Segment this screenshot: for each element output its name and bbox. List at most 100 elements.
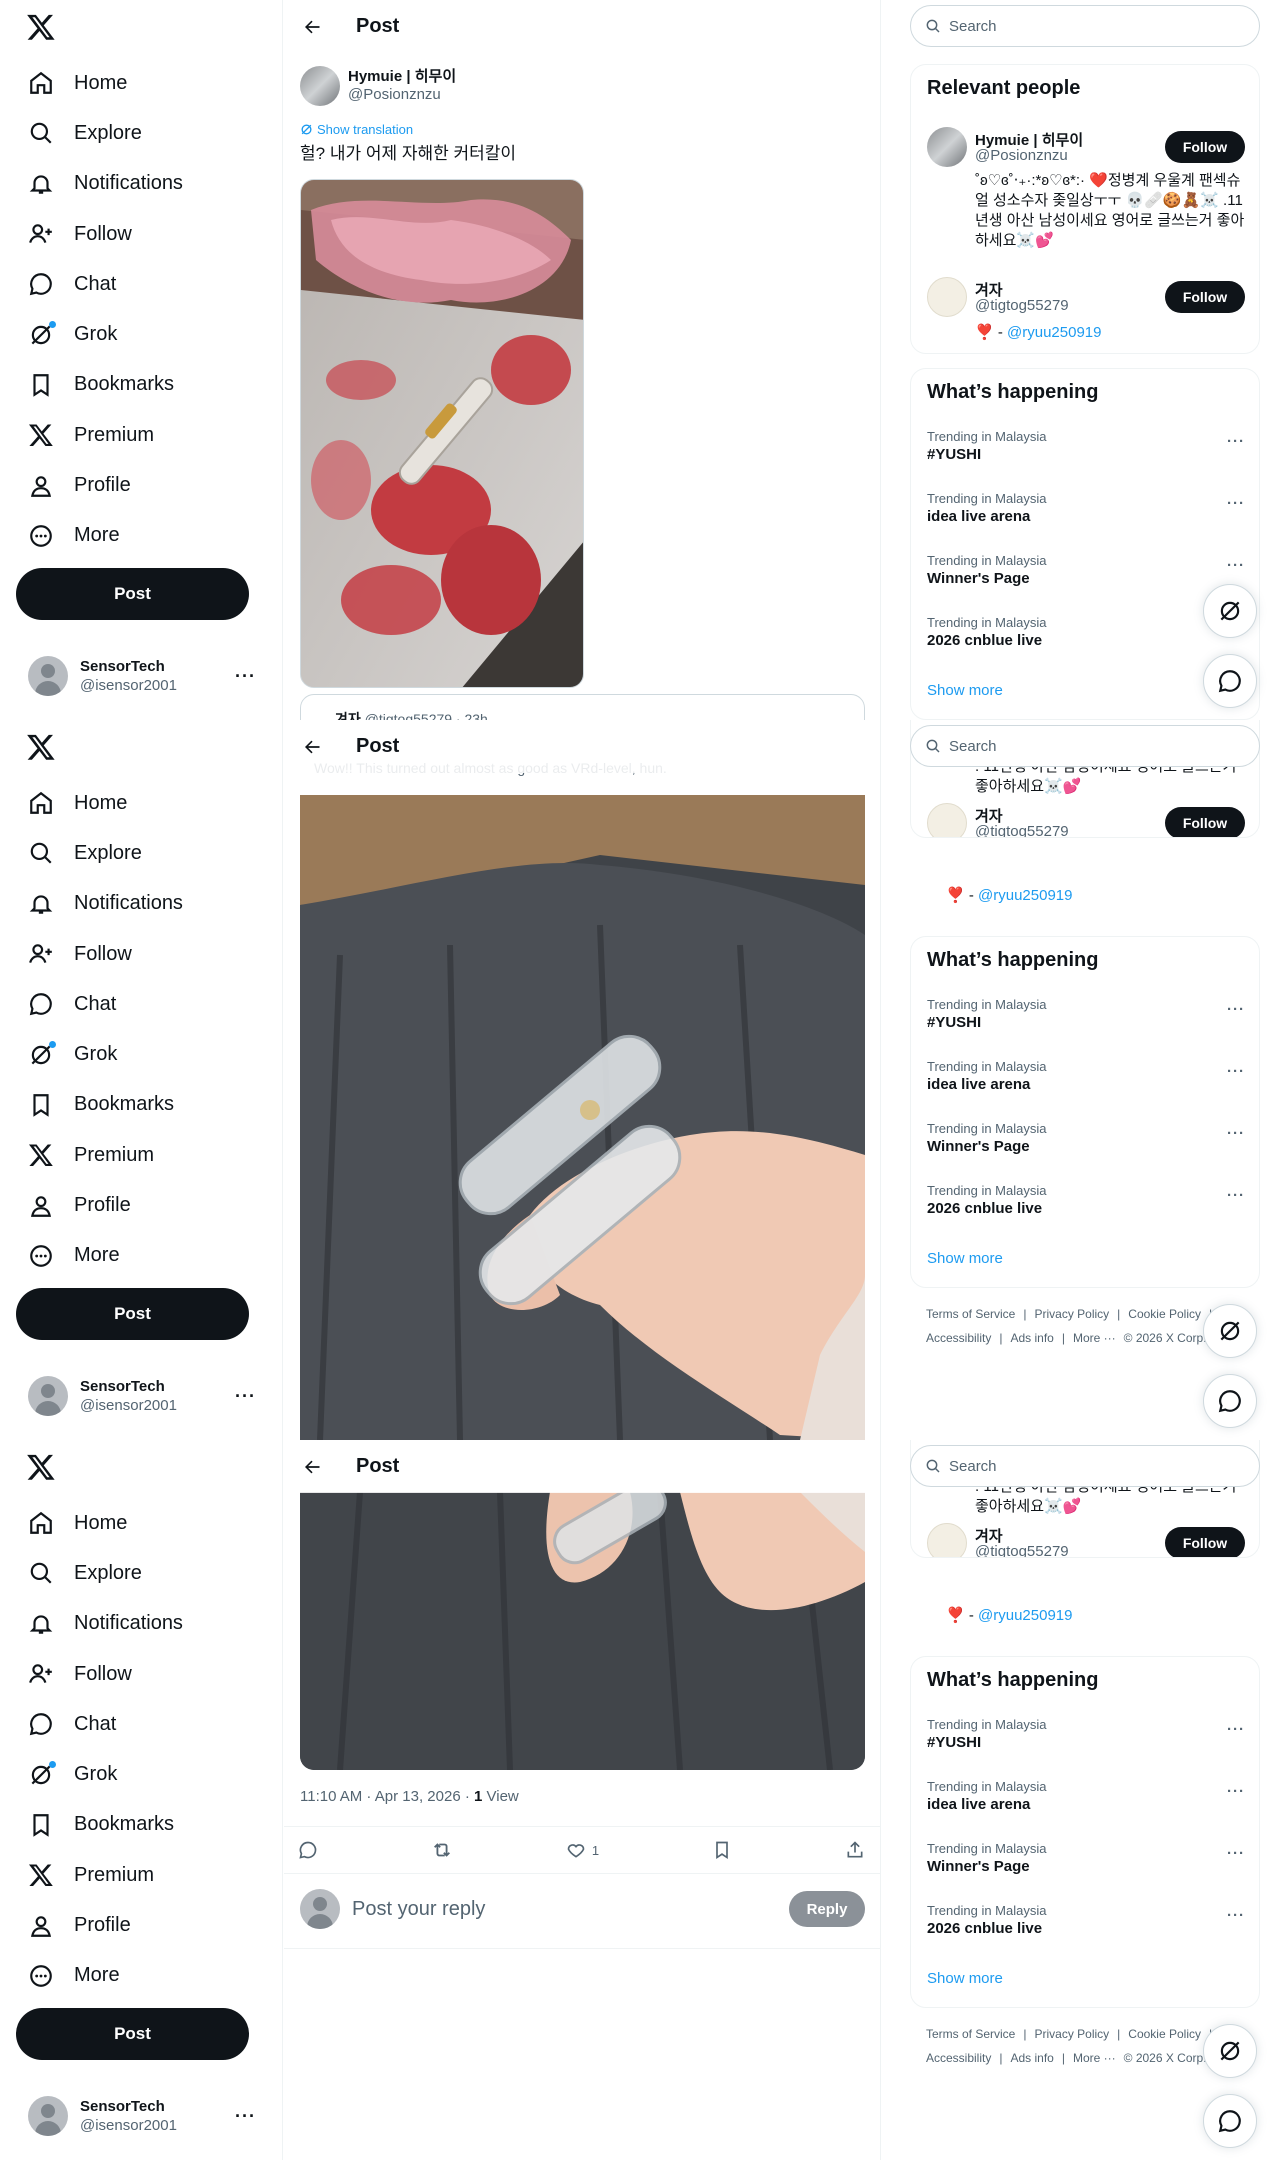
- account-switcher[interactable]: SensorTech @isensor2001 ···: [16, 650, 266, 702]
- avatar[interactable]: [927, 1523, 967, 1557]
- trend-item[interactable]: Trending in Malaysia 2026 cnblue live ···: [927, 1903, 1245, 1947]
- more-icon[interactable]: ···: [1227, 1187, 1245, 1204]
- person-hymuie[interactable]: Hymuie | 히무이 @Posionznzu Follow ˚ʚ♡ɞ˚‧₊·…: [927, 127, 1245, 257]
- nav-item-grok[interactable]: Grok: [16, 309, 266, 359]
- trend-item[interactable]: Trending in Malaysia idea live arena ···: [927, 1779, 1245, 1823]
- cookie-link[interactable]: Cookie Policy: [1128, 2027, 1201, 2041]
- back-arrow-icon[interactable]: [292, 7, 332, 47]
- nav-item-more[interactable]: More: [16, 1951, 266, 2001]
- privacy-link[interactable]: Privacy Policy: [1034, 2027, 1109, 2041]
- ads-info-link[interactable]: Ads info: [1010, 1331, 1053, 1345]
- nav-item-more[interactable]: More: [16, 511, 266, 561]
- nav-item-chat[interactable]: Chat: [16, 1699, 266, 1749]
- repost-action[interactable]: [431, 1839, 453, 1861]
- avatar[interactable]: [927, 803, 967, 837]
- show-more-link[interactable]: Show more: [927, 682, 1003, 699]
- bio-link[interactable]: @ryuu250919: [978, 1607, 1072, 1624]
- more-icon[interactable]: ···: [1227, 1783, 1245, 1800]
- timestamp-text[interactable]: 11:10 AM · Apr 13, 2026 ·: [300, 1788, 474, 1805]
- post-button[interactable]: Post: [16, 1288, 249, 1340]
- nav-item-explore[interactable]: Explore: [16, 108, 266, 158]
- more-icon[interactable]: ···: [1227, 1845, 1245, 1862]
- more-link[interactable]: More ···: [1073, 1331, 1116, 1345]
- author-handle[interactable]: @Posionznzu: [348, 86, 456, 104]
- messages-fab[interactable]: [1203, 1374, 1257, 1428]
- person-gyeoja[interactable]: 겨자 @tigtog55279 Follow: [927, 803, 1245, 837]
- avatar[interactable]: [927, 277, 967, 317]
- nav-item-home[interactable]: Home: [16, 58, 266, 108]
- nav-item-follow[interactable]: Follow: [16, 209, 266, 259]
- nav-item-chat[interactable]: Chat: [16, 979, 266, 1029]
- quoted-tweet[interactable]: 겨자 @tigtog55279 · 23h: [300, 694, 865, 720]
- account-switcher[interactable]: SensorTech @isensor2001 ···: [16, 1370, 266, 1422]
- trend-item[interactable]: Trending in Malaysia Winner's Page ···: [927, 1841, 1245, 1885]
- post-button[interactable]: Post: [16, 2008, 249, 2060]
- trend-item[interactable]: Trending in Malaysia idea live arena ···: [927, 1059, 1245, 1103]
- nav-item-explore[interactable]: Explore: [16, 828, 266, 878]
- privacy-link[interactable]: Privacy Policy: [1034, 1307, 1109, 1321]
- more-icon[interactable]: ···: [1227, 495, 1245, 512]
- search-input[interactable]: Search: [910, 725, 1260, 767]
- search-input[interactable]: Search: [910, 1445, 1260, 1487]
- tweet-image-1[interactable]: [300, 179, 584, 688]
- nav-item-more[interactable]: More: [16, 1231, 266, 1281]
- follow-button[interactable]: Follow: [1165, 281, 1245, 313]
- more-dots-icon[interactable]: ···: [235, 2106, 256, 2127]
- author-name[interactable]: Hymuie | 히무이: [348, 68, 456, 86]
- tweet-image-2-bottom[interactable]: [300, 1492, 865, 1770]
- follow-button[interactable]: Follow: [1165, 131, 1245, 163]
- more-icon[interactable]: ···: [1227, 1125, 1245, 1142]
- reply-button[interactable]: Reply: [789, 1891, 865, 1927]
- nav-item-home[interactable]: Home: [16, 778, 266, 828]
- more-icon[interactable]: ···: [1227, 433, 1245, 450]
- more-icon[interactable]: ···: [1227, 1063, 1245, 1080]
- nav-item-bookmarks[interactable]: Bookmarks: [16, 360, 266, 410]
- grok-fab[interactable]: [1203, 2024, 1257, 2078]
- nav-item-notifications[interactable]: Notifications: [16, 879, 266, 929]
- messages-fab[interactable]: [1203, 654, 1257, 708]
- person-gyeoja[interactable]: 겨자 @tigtog55279 Follow: [927, 277, 1245, 317]
- accessibility-link[interactable]: Accessibility: [926, 2051, 991, 2065]
- avatar[interactable]: [927, 127, 967, 167]
- nav-item-bookmarks[interactable]: Bookmarks: [16, 1800, 266, 1850]
- more-icon[interactable]: ···: [1227, 1001, 1245, 1018]
- nav-item-premium[interactable]: Premium: [16, 1850, 266, 1900]
- nav-item-profile[interactable]: Profile: [16, 1180, 266, 1230]
- messages-fab[interactable]: [1203, 2094, 1257, 2148]
- trend-item[interactable]: Trending in Malaysia 2026 cnblue live ···: [927, 1183, 1245, 1227]
- show-more-link[interactable]: Show more: [927, 1970, 1003, 1987]
- nav-item-notifications[interactable]: Notifications: [16, 159, 266, 209]
- back-arrow-icon[interactable]: [292, 1447, 332, 1487]
- nav-item-chat[interactable]: Chat: [16, 259, 266, 309]
- show-translation-link[interactable]: Show translation: [300, 122, 413, 137]
- like-action[interactable]: 1: [566, 1840, 599, 1860]
- ads-info-link[interactable]: Ads info: [1010, 2051, 1053, 2065]
- nav-item-grok[interactable]: Grok: [16, 1749, 266, 1799]
- nav-item-grok[interactable]: Grok: [16, 1029, 266, 1079]
- more-dots-icon[interactable]: ···: [235, 666, 256, 687]
- tweet-image-2[interactable]: [300, 795, 865, 1440]
- trend-item[interactable]: Trending in Malaysia #YUSHI ···: [927, 1717, 1245, 1761]
- trend-item[interactable]: Trending in Malaysia #YUSHI ···: [927, 997, 1245, 1041]
- bio-link[interactable]: @ryuu250919: [1007, 324, 1101, 341]
- more-dots-icon[interactable]: ···: [235, 1386, 256, 1407]
- more-icon[interactable]: ···: [1227, 557, 1245, 574]
- more-link[interactable]: More ···: [1073, 2051, 1116, 2065]
- nav-item-notifications[interactable]: Notifications: [16, 1599, 266, 1649]
- nav-item-bookmarks[interactable]: Bookmarks: [16, 1080, 266, 1130]
- post-button[interactable]: Post: [16, 568, 249, 620]
- x-logo-icon[interactable]: [26, 1452, 56, 1482]
- nav-item-premium[interactable]: Premium: [16, 1130, 266, 1180]
- nav-item-home[interactable]: Home: [16, 1498, 266, 1548]
- author-avatar[interactable]: [300, 66, 340, 106]
- accessibility-link[interactable]: Accessibility: [926, 1331, 991, 1345]
- x-logo-icon[interactable]: [26, 732, 56, 762]
- back-arrow-icon[interactable]: [292, 727, 332, 767]
- nav-item-premium[interactable]: Premium: [16, 410, 266, 460]
- trend-item[interactable]: Trending in Malaysia 2026 cnblue live: [927, 615, 1245, 659]
- bio-link[interactable]: @ryuu250919: [978, 887, 1072, 904]
- search-input[interactable]: Search: [910, 5, 1260, 47]
- trend-item[interactable]: Trending in Malaysia idea live arena ···: [927, 491, 1245, 535]
- account-switcher[interactable]: SensorTech @isensor2001 ···: [16, 2090, 266, 2142]
- terms-link[interactable]: Terms of Service: [926, 2027, 1015, 2041]
